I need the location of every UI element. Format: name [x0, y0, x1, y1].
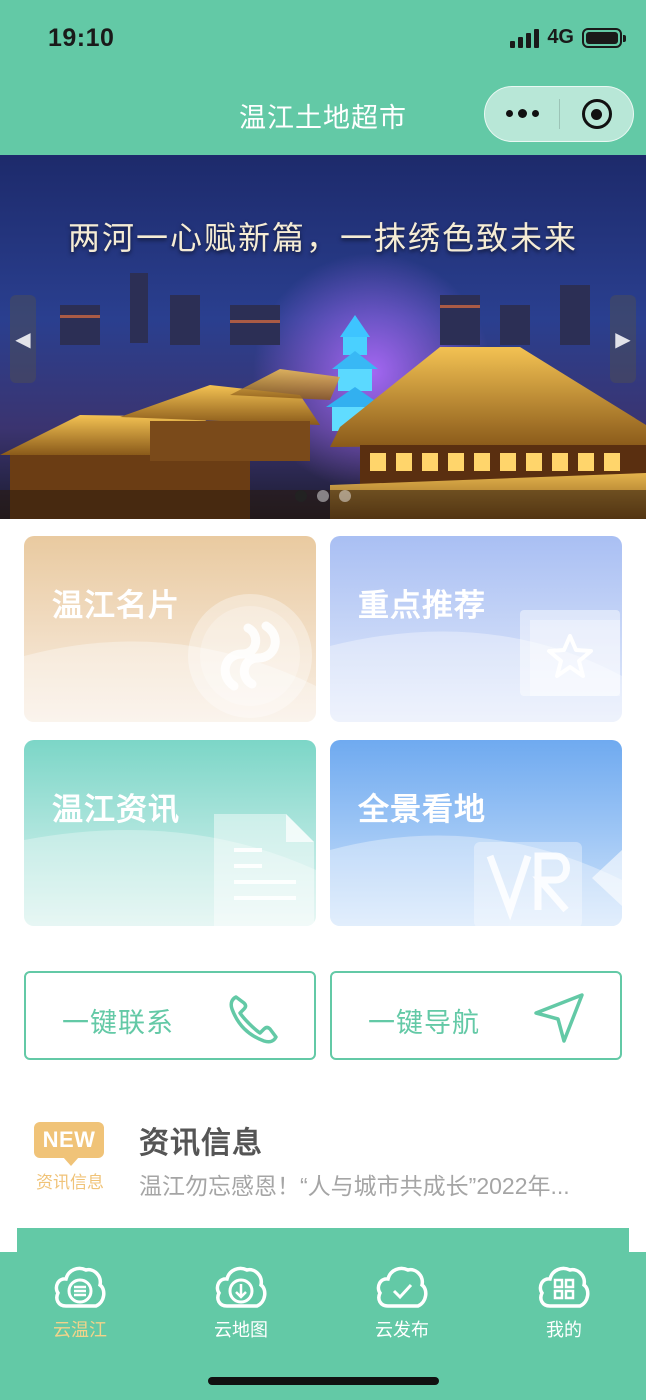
tab-mine[interactable]: 我的: [509, 1260, 619, 1342]
card-wenjiang-profile[interactable]: 温江名片: [24, 536, 316, 722]
cloud-grid-icon: [538, 1266, 590, 1308]
tab-label: 我的: [546, 1320, 582, 1340]
tab-yun-wenjiang[interactable]: 云温江: [25, 1260, 135, 1342]
card-featured[interactable]: 重点推荐: [330, 536, 622, 722]
navigate-button[interactable]: 一键导航: [330, 971, 622, 1060]
mini-program-capsule: [484, 86, 634, 142]
signal-icon: [510, 28, 540, 48]
star-icon: [520, 610, 620, 696]
news-section-title: 资讯信息: [139, 1127, 263, 1160]
cloud-check-icon: [376, 1266, 428, 1308]
top-bar: 19:10 4G 温江土地超市: [0, 0, 646, 155]
mini-program-icon: [188, 594, 312, 718]
document-icon: [214, 814, 314, 926]
card-news[interactable]: 温江资讯: [24, 740, 316, 926]
close-mini-program-button[interactable]: [560, 99, 633, 129]
tab-label: 云发布: [375, 1320, 429, 1340]
banner-carousel[interactable]: 两河一心赋新篇，一抹绣色致未来 ◀ ▶: [0, 155, 646, 519]
battery-icon: [582, 27, 626, 48]
phone-icon: [229, 995, 278, 1044]
tab-yun-publish[interactable]: 云发布: [347, 1260, 457, 1342]
pagination-dot[interactable]: [295, 490, 307, 502]
contact-button[interactable]: 一键联系: [24, 971, 316, 1060]
more-menu-button[interactable]: [485, 109, 559, 118]
new-tag-tail: [63, 1157, 79, 1166]
status-time: 19:10: [48, 24, 115, 52]
banner-next-button[interactable]: ▶: [610, 295, 636, 383]
pagination-dot[interactable]: [339, 490, 351, 502]
status-indicators: 4G: [510, 26, 626, 49]
banner-caption: 两河一心赋新篇，一抹绣色致未来: [67, 219, 578, 257]
news-headline-link[interactable]: 温江勿忘感恩！“人与城市共成长”2022年...: [139, 1167, 619, 1201]
new-tag: NEW: [34, 1122, 104, 1158]
pagination-dot[interactable]: [317, 490, 329, 502]
banner-pagination: [0, 490, 646, 502]
network-type: 4G: [547, 26, 574, 48]
home-indicator: [208, 1377, 439, 1385]
contact-label: 一键联系: [62, 1008, 174, 1038]
tab-yun-map[interactable]: 云地图: [186, 1260, 296, 1342]
tab-label: 云地图: [214, 1320, 268, 1340]
cloud-download-icon: [215, 1266, 267, 1308]
tabbar-top-strip: [17, 1228, 629, 1254]
vr-icon: [474, 842, 622, 926]
banner-image: [0, 155, 646, 519]
card-panorama[interactable]: 全景看地: [330, 740, 622, 926]
news-badge-subtitle: 资讯信息: [36, 1173, 104, 1192]
target-icon: [581, 99, 612, 129]
news-badge: NEW 资讯信息: [32, 1120, 106, 1192]
tab-label: 云温江: [53, 1320, 107, 1340]
navigate-label: 一键导航: [368, 1008, 480, 1038]
banner-prev-button[interactable]: ◀: [10, 295, 36, 383]
cloud-list-icon: [54, 1266, 106, 1308]
navigation-arrow-icon: [534, 993, 584, 1043]
